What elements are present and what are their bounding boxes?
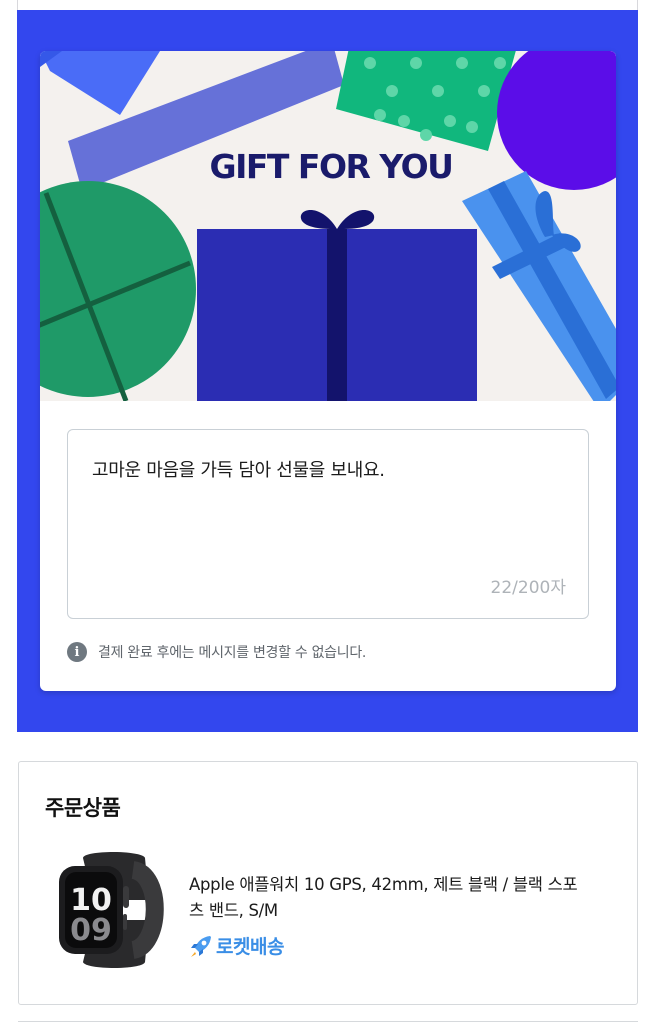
gift-illustration <box>40 51 616 401</box>
rocket-icon <box>191 935 211 957</box>
notice-text: 결제 완료 후에는 메시지를 변경할 수 없습니다. <box>98 645 367 661</box>
char-count-limit: /200자 <box>512 578 566 598</box>
rocket-delivery-badge: 로켓배송 <box>188 932 284 959</box>
char-count-current: 22 <box>490 578 513 598</box>
gift-message-text: 고마운 마음을 가득 담아 선물을 보내요. <box>92 460 385 481</box>
order-products-section: 주문상품 10 09 Apple 애플워치 10 GPS, 42mm, 제트 블… <box>18 761 638 1005</box>
gift-banner: GIFT FOR YOU <box>40 51 616 401</box>
divider <box>17 0 18 10</box>
section-title: 주문상품 <box>45 796 121 820</box>
info-icon: i <box>67 642 87 662</box>
gift-card: GIFT FOR YOU 고마운 마음을 가득 담아 선물을 보내요. 22/2… <box>40 51 616 691</box>
message-notice: i 결제 완료 후에는 메시지를 변경할 수 없습니다. <box>67 641 366 663</box>
divider <box>18 1021 638 1022</box>
svg-text:09: 09 <box>70 913 112 948</box>
gift-message-input[interactable]: 고마운 마음을 가득 담아 선물을 보내요. 22/200자 <box>67 429 589 619</box>
divider <box>637 0 638 10</box>
banner-title: GIFT FOR YOU <box>209 147 454 186</box>
product-image[interactable]: 10 09 <box>53 850 173 970</box>
delivery-label: 로켓배송 <box>216 936 284 958</box>
checkout-page: GIFT FOR YOU 고마운 마음을 가득 담아 선물을 보내요. 22/2… <box>0 0 656 1024</box>
product-name: Apple 애플워치 10 GPS, 42mm, 제트 블랙 / 블랙 스포츠 … <box>189 875 578 920</box>
char-counter: 22/200자 <box>491 573 566 598</box>
